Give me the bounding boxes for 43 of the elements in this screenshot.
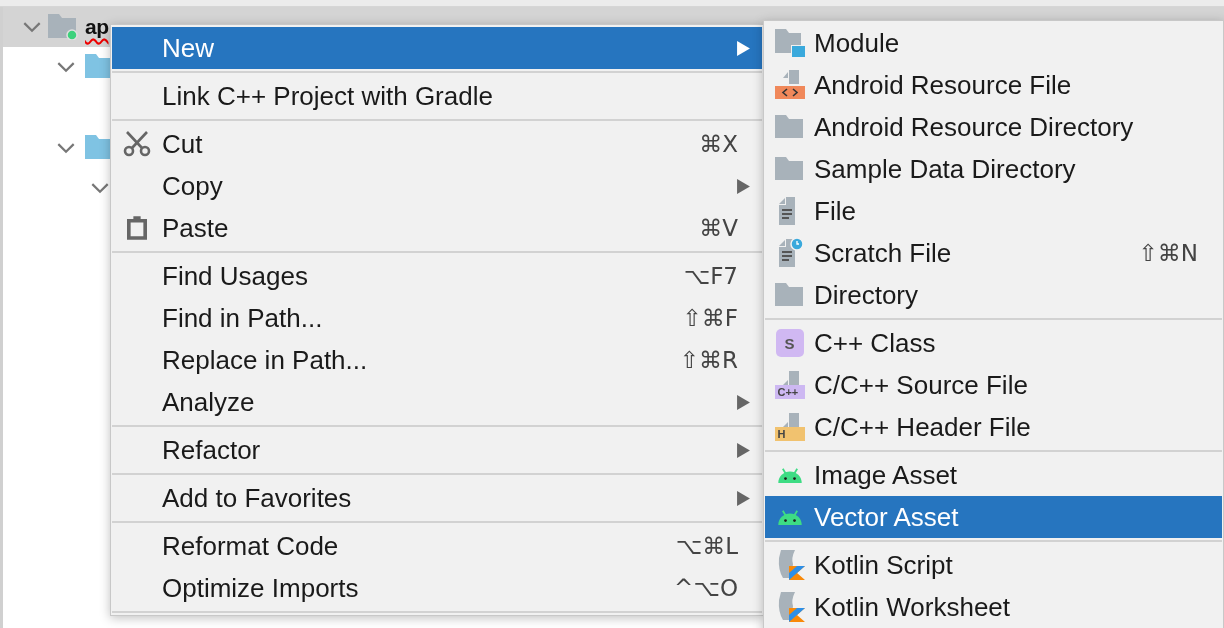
android-icon [775,508,804,526]
menu-item[interactable]: Replace in Path... ⇧⌘R [112,339,762,381]
android-icon [775,466,804,484]
menu-item[interactable]: Directory [765,274,1222,316]
menu-item[interactable]: Add to Favorites [112,477,762,519]
menu-item[interactable]: Android Resource File [765,64,1222,106]
menu-item[interactable]: Vector Asset [765,496,1222,538]
menu-item[interactable]: New [112,27,762,69]
menu-item[interactable]: File [765,190,1222,232]
menu-item[interactable]: Reformat Code ⌥⌘L [112,525,762,567]
class-icon: S [775,329,804,357]
clipboard-icon [127,215,147,241]
menu-item[interactable]: Optimize Imports ^⌥O [112,567,762,609]
menu-item[interactable]: Refactor [112,429,762,471]
menu-item[interactable]: C++ C/C++ Source File [765,364,1222,406]
folder-icon [774,157,805,181]
menu-item[interactable]: Find Usages ⌥F7 [112,255,762,297]
chevron-icon[interactable] [91,182,109,194]
menu-item[interactable]: Scratch File ⇧⌘N [765,232,1222,274]
scissors-icon [123,130,151,158]
folder-icon [774,115,805,139]
menu-item[interactable]: Analyze [112,381,762,423]
menu-item[interactable]: Image Asset [765,454,1222,496]
menu-item[interactable]: Paste ⌘V [112,207,762,249]
menu-item[interactable]: S C++ Class [765,322,1222,364]
menu-item[interactable]: H C/C++ Header File [765,406,1222,448]
module-folder-icon [48,14,78,40]
folder-icon [774,283,805,307]
menu-item[interactable]: Android Resource Directory [765,106,1222,148]
chevron-icon[interactable] [57,142,75,154]
menu-item[interactable]: Cut ⌘X [112,123,762,165]
menu-item[interactable]: Kotlin Worksheet [765,586,1222,628]
menu-item[interactable]: Module [765,22,1222,64]
menu-item[interactable]: Sample Data Directory [765,148,1222,190]
module-icon [774,29,805,57]
chevron-icon[interactable] [23,21,41,33]
menu-item[interactable]: Kotlin Script [765,544,1222,586]
menu-item[interactable]: Link C++ Project with Gradle [112,75,762,117]
module-name: ap [85,15,109,39]
menu-item[interactable]: Copy [112,165,762,207]
xml-file-icon [774,70,805,100]
menu-item[interactable]: Find in Path... ⇧⌘F [112,297,762,339]
chevron-icon[interactable] [57,61,75,73]
